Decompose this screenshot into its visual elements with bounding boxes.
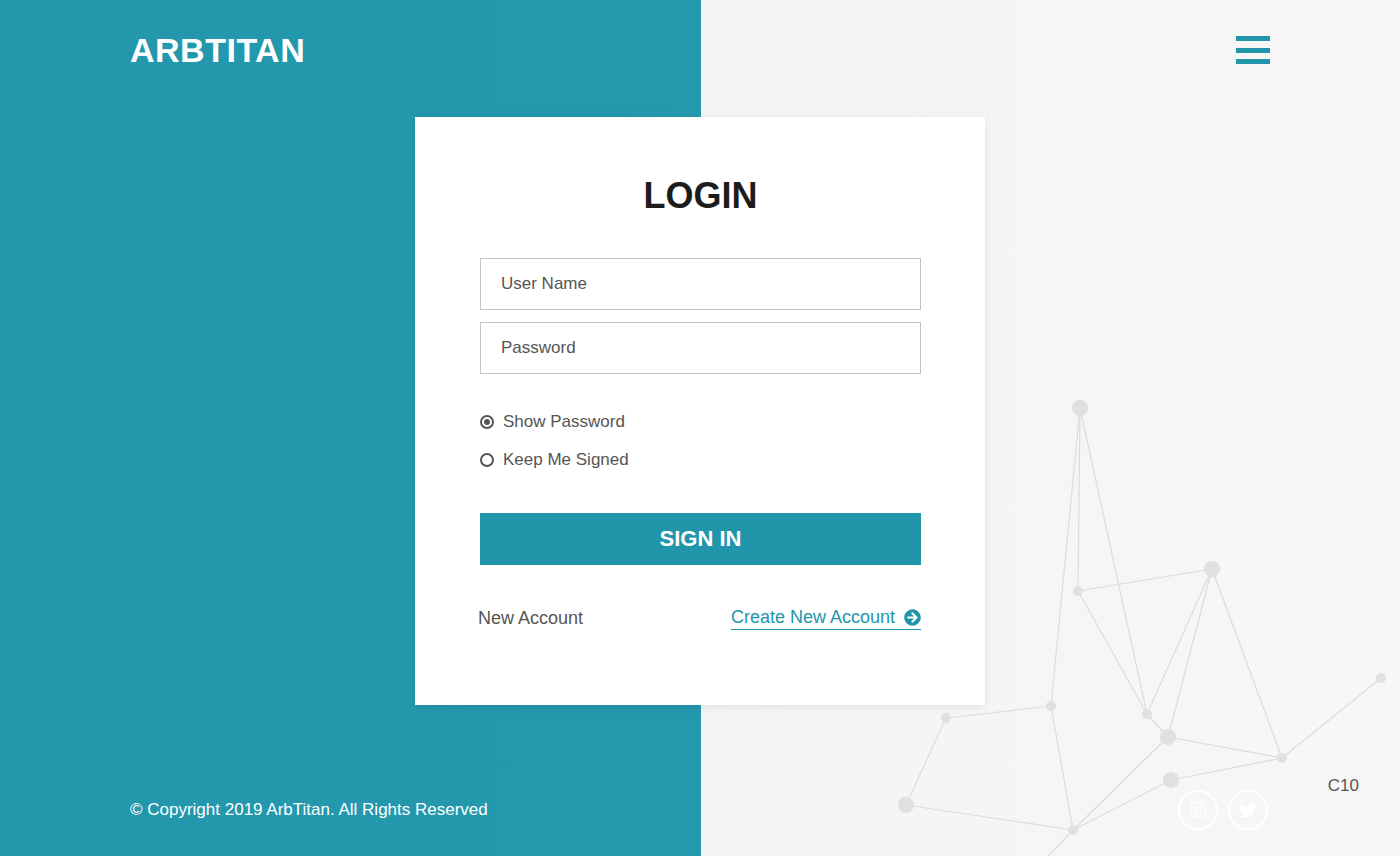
radio-icon[interactable] — [480, 453, 494, 467]
radio-option[interactable]: Keep Me Signed — [480, 448, 921, 472]
login-options: Show Password Keep Me Signed — [480, 410, 921, 472]
create-account-link[interactable]: Create New Account — [731, 607, 921, 630]
radio-option[interactable]: Show Password — [480, 410, 921, 434]
radio-icon[interactable] — [480, 415, 494, 429]
signup-label: New Account — [478, 608, 583, 629]
header: ARBTITAN — [0, 0, 1400, 100]
brand-logo[interactable]: ARBTITAN — [130, 31, 305, 70]
copyright: © Copyright 2019 ArbTitan. All Rights Re… — [130, 800, 488, 820]
login-fields — [480, 258, 921, 374]
login-page: ARBTITAN LOGIN Show Password Keep Me Signed… — [0, 0, 1400, 856]
text-field[interactable] — [480, 322, 921, 374]
footer-right: C10 — [1178, 790, 1359, 830]
text-field[interactable] — [480, 258, 921, 310]
instagram-icon — [1189, 801, 1207, 819]
twitter-button[interactable] — [1228, 790, 1268, 830]
instagram-button[interactable] — [1178, 790, 1218, 830]
login-title: LOGIN — [480, 175, 921, 217]
menu-icon[interactable] — [1236, 36, 1270, 64]
signup-row: New Account Create New Account — [480, 607, 921, 630]
twitter-icon — [1239, 801, 1257, 819]
login-card: LOGIN Show Password Keep Me Signed SIGN IN N… — [415, 117, 985, 705]
sign-in-button[interactable]: SIGN IN — [480, 513, 921, 565]
arrow-right-icon — [904, 609, 921, 626]
corner-label: C10 — [1328, 776, 1359, 796]
footer: © Copyright 2019 ArbTitan. All Rights Re… — [0, 790, 1400, 856]
